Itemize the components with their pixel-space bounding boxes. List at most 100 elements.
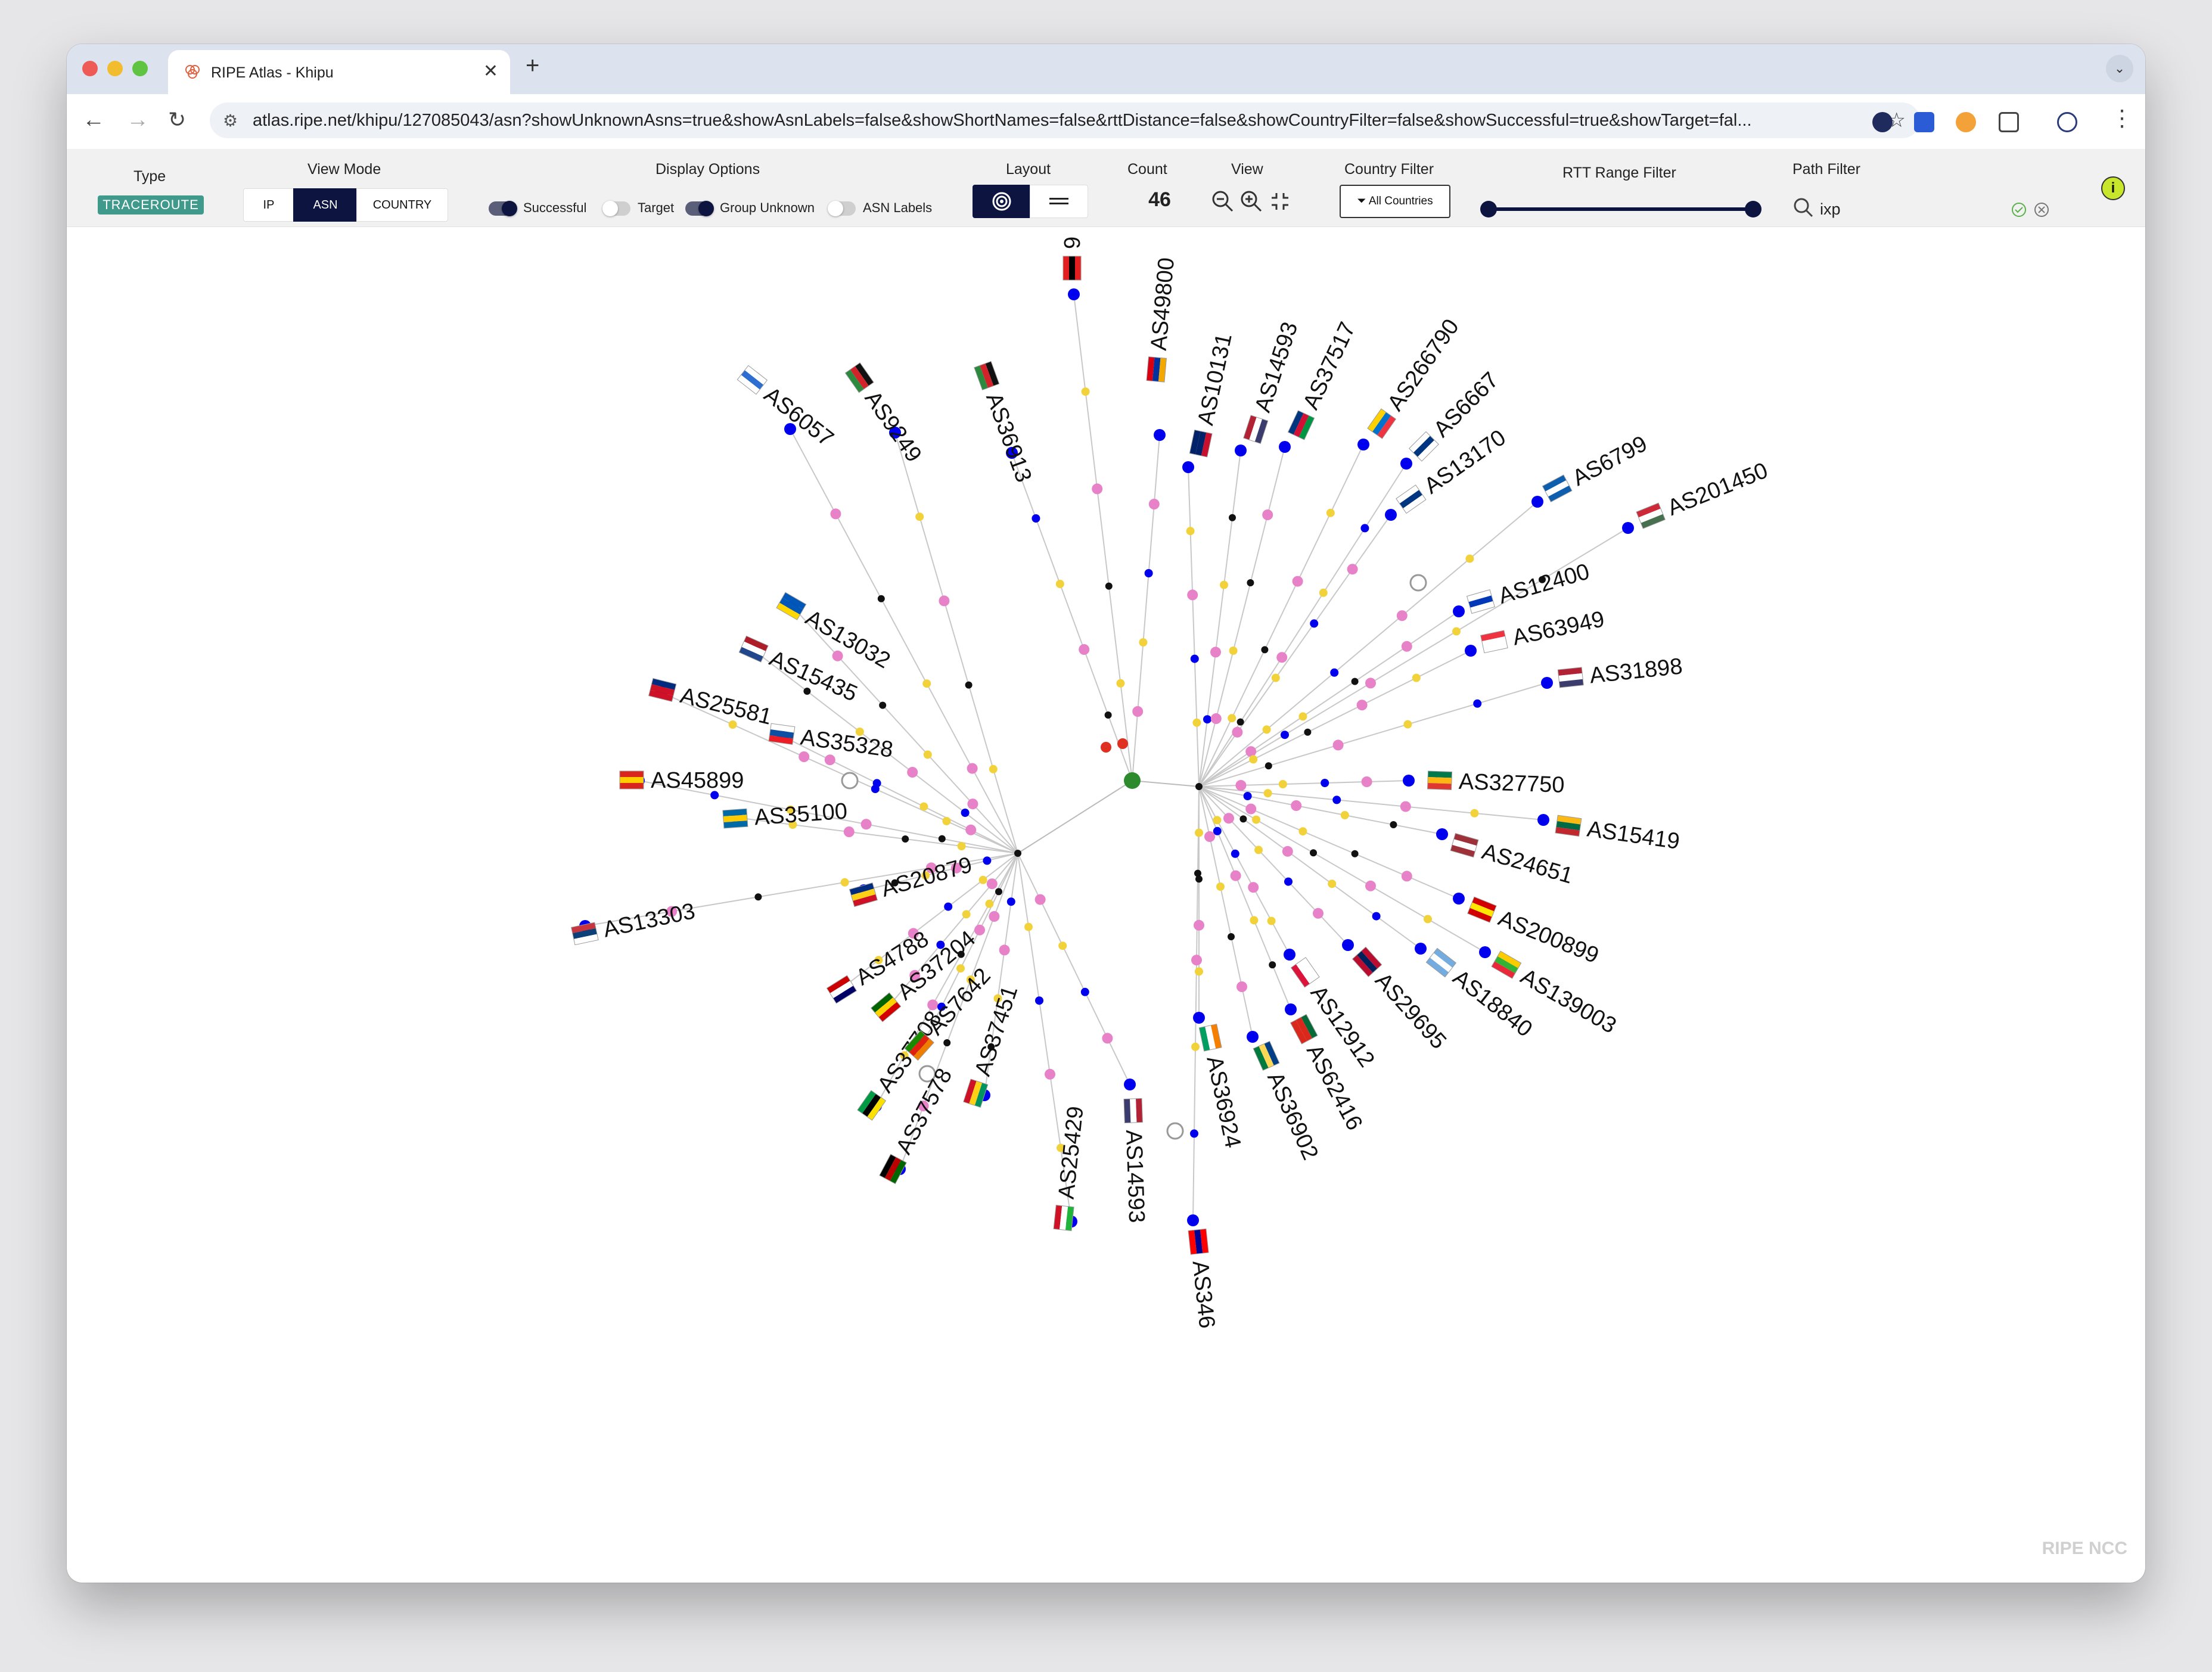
error-node[interactable] <box>1117 738 1128 749</box>
reload-icon[interactable]: ↻ <box>168 107 186 132</box>
hop-node[interactable] <box>1245 803 1257 815</box>
probe-node[interactable] <box>1436 828 1448 840</box>
hop-node[interactable] <box>1058 941 1067 950</box>
hop-node[interactable] <box>961 809 970 817</box>
hop-node[interactable] <box>1237 718 1244 726</box>
browser-menu-icon[interactable]: ⋮ <box>2111 105 2133 132</box>
asn-label[interactable]: AS24651 <box>1449 831 1576 889</box>
hop-node[interactable] <box>1310 849 1317 857</box>
probe-node[interactable] <box>1357 439 1369 450</box>
hop-node[interactable] <box>840 878 849 887</box>
extension-icon[interactable] <box>1872 112 1893 132</box>
close-tab-icon[interactable]: ✕ <box>483 61 498 82</box>
extension-icon[interactable] <box>1956 112 1976 132</box>
probe-node[interactable] <box>1415 943 1427 955</box>
hop-node[interactable] <box>1401 871 1412 882</box>
probe-node[interactable] <box>1068 288 1080 300</box>
hop-node[interactable] <box>1203 715 1211 724</box>
hop-node[interactable] <box>1310 619 1319 628</box>
hop-node[interactable] <box>799 751 810 762</box>
hop-node[interactable] <box>1192 718 1201 727</box>
asn-label[interactable]: AS45899 <box>619 768 744 793</box>
asn-label[interactable]: AS201450 <box>1635 458 1772 533</box>
hop-node[interactable] <box>860 819 872 830</box>
hop-node[interactable] <box>824 754 835 766</box>
asn-label[interactable]: AS36924 <box>1195 1024 1245 1151</box>
hop-node[interactable] <box>995 888 1002 896</box>
hub-node[interactable] <box>1014 850 1021 857</box>
probe-node[interactable] <box>1187 1214 1199 1226</box>
hop-node[interactable] <box>962 910 971 919</box>
hop-node[interactable] <box>1102 1033 1113 1044</box>
hop-node[interactable] <box>939 595 950 607</box>
hop-node[interactable] <box>1269 961 1276 969</box>
hop-node[interactable] <box>1321 779 1329 787</box>
hop-node[interactable] <box>1267 916 1276 925</box>
probe-node[interactable] <box>1235 445 1247 456</box>
hop-node[interactable] <box>1292 576 1303 587</box>
view-mode-country[interactable]: COUNTRY <box>356 188 448 222</box>
zoom-out-icon[interactable] <box>1211 189 1235 213</box>
hop-node[interactable] <box>1190 1129 1198 1138</box>
hop-node[interactable] <box>1079 644 1090 655</box>
hop-node[interactable] <box>1104 711 1112 719</box>
hop-node[interactable] <box>915 512 924 521</box>
hop-node[interactable] <box>1298 827 1307 836</box>
hop-node[interactable] <box>1252 815 1260 824</box>
zoom-in-icon[interactable] <box>1239 189 1263 213</box>
hop-node[interactable] <box>1006 897 1015 906</box>
hop-node[interactable] <box>1261 646 1269 654</box>
extensions-puzzle-icon[interactable] <box>1999 112 2019 132</box>
hop-node[interactable] <box>1332 795 1341 804</box>
hop-node[interactable] <box>1228 714 1237 723</box>
address-bar[interactable]: ⚙ atlas.ripe.net/khipu/127085043/asn?sho… <box>210 102 1920 138</box>
hop-node[interactable] <box>1360 524 1369 533</box>
hop-node[interactable] <box>1372 912 1381 921</box>
hop-node[interactable] <box>1284 877 1293 886</box>
hop-node[interactable] <box>832 650 843 661</box>
hop-node[interactable] <box>1034 894 1046 905</box>
hop-node[interactable] <box>1304 728 1312 736</box>
hop-node[interactable] <box>967 798 978 810</box>
hop-node[interactable] <box>1024 922 1033 931</box>
hop-node[interactable] <box>1092 483 1103 495</box>
hop-node[interactable] <box>1132 706 1144 717</box>
probe-node[interactable] <box>1124 1079 1136 1090</box>
hop-node[interactable] <box>1332 739 1344 751</box>
hop-node[interactable] <box>1262 509 1273 520</box>
hop-node[interactable] <box>1235 780 1247 791</box>
hop-node[interactable] <box>967 763 978 774</box>
hop-node[interactable] <box>1291 800 1302 811</box>
hop-node[interactable] <box>1080 987 1089 996</box>
empty-node[interactable] <box>841 772 859 790</box>
hop-node[interactable] <box>1194 919 1204 931</box>
origin-node[interactable] <box>1124 772 1141 789</box>
probe-node[interactable] <box>1247 1031 1259 1043</box>
probe-node[interactable] <box>1284 949 1295 961</box>
hop-node[interactable] <box>1319 588 1328 597</box>
hop-node[interactable] <box>1361 776 1372 787</box>
hop-node[interactable] <box>1230 870 1241 881</box>
fit-view-icon[interactable] <box>1269 191 1291 212</box>
hop-node[interactable] <box>1396 610 1408 621</box>
hop-node[interactable] <box>1326 508 1335 517</box>
hop-node[interactable] <box>1216 882 1225 891</box>
close-window-button[interactable] <box>82 61 98 76</box>
probe-node[interactable] <box>1154 429 1166 441</box>
hop-node[interactable] <box>1045 1068 1055 1080</box>
hop-node[interactable] <box>1276 652 1288 663</box>
hop-node[interactable] <box>1403 720 1412 729</box>
view-mode-asn[interactable]: ASN <box>293 188 358 222</box>
asn-label[interactable]: AS9249 <box>842 361 927 467</box>
hop-node[interactable] <box>1328 879 1337 888</box>
hop-node[interactable] <box>1195 828 1203 837</box>
successful-toggle[interactable] <box>489 201 517 216</box>
tab-ripe-atlas[interactable]: RIPE Atlas - Khipu ✕ <box>168 50 510 94</box>
probe-node[interactable] <box>1279 441 1291 453</box>
tab-search-chevron-icon[interactable]: ⌄ <box>2106 55 2133 82</box>
hop-node[interactable] <box>1194 869 1201 877</box>
rtt-range-track[interactable] <box>1487 207 1753 211</box>
hub-node[interactable] <box>1195 783 1203 790</box>
apply-check-icon[interactable] <box>2011 201 2027 218</box>
password-manager-icon[interactable] <box>1914 112 1934 132</box>
